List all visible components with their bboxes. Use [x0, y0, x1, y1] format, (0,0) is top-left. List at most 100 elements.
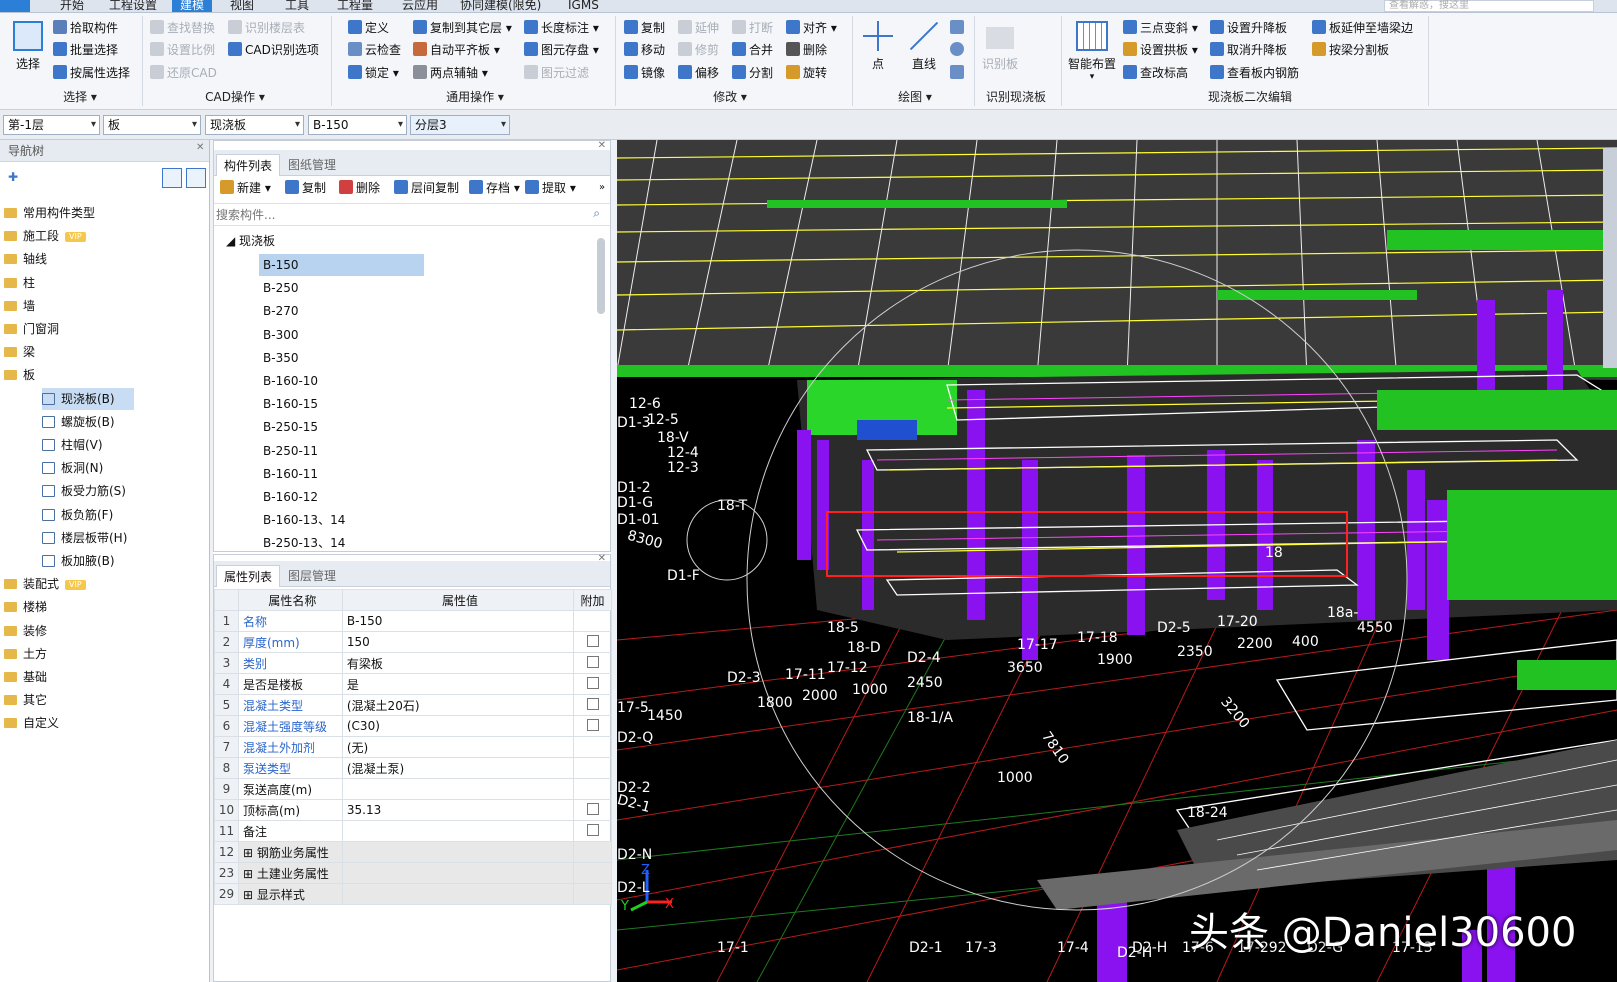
property-row[interactable]: 2 厚度(mm) 150 — [214, 631, 612, 653]
save-element-button[interactable]: 图元存盘 ▾ — [524, 40, 599, 60]
property-value[interactable]: (混凝土泵) — [341, 757, 575, 779]
property-value[interactable]: 150 — [341, 631, 575, 653]
circle-tool-button[interactable] — [950, 40, 964, 60]
property-value[interactable] — [341, 841, 575, 863]
attach-cell[interactable] — [573, 778, 612, 800]
attach-cell[interactable] — [573, 862, 612, 884]
attach-cell[interactable] — [573, 883, 612, 905]
copy-to-other-floor-button[interactable]: 复制到其它层 ▾ — [413, 18, 512, 38]
copy-component-button[interactable]: 复制 — [285, 176, 326, 200]
select-group-label[interactable]: 选择 ▾ — [40, 88, 120, 106]
scrollbar[interactable] — [597, 238, 605, 314]
nav-board-item-2[interactable]: 柱帽(V) — [42, 434, 103, 456]
nav-folder-1[interactable]: 施工段 VIP — [4, 225, 86, 247]
extract-button[interactable]: 提取 ▾ — [525, 176, 576, 200]
cloud-check-button[interactable]: 云检查 — [348, 40, 401, 60]
view-side-toolbar[interactable] — [1603, 148, 1617, 368]
attach-cell[interactable] — [573, 673, 612, 695]
property-row[interactable]: 12 ⊞ 钢筋业务属性 — [214, 841, 612, 863]
component-item[interactable]: B-250-11 — [259, 440, 424, 462]
property-row[interactable]: 3 类别 有梁板 — [214, 652, 612, 674]
tab-collab[interactable]: 协同建模(限免) — [452, 0, 549, 12]
component-item[interactable]: B-250-13、14 — [259, 532, 424, 554]
nav-folder-6[interactable]: 梁 — [4, 341, 35, 363]
tab-modeling[interactable]: 建模 — [172, 0, 213, 12]
property-row[interactable]: 5 混凝土类型 (混凝土20石) — [214, 694, 612, 716]
expand-icon[interactable]: ⊞ — [243, 867, 257, 881]
attach-cell[interactable] — [573, 631, 612, 653]
nav-board-item-0[interactable]: 现浇板(B) — [42, 387, 134, 410]
property-value[interactable]: B-150 — [341, 610, 575, 632]
attach-checkbox[interactable] — [586, 718, 599, 731]
nav-board-item-1[interactable]: 螺旋板(B) — [42, 411, 115, 433]
archive-button[interactable]: 存档 ▾ — [469, 176, 520, 200]
restore-cad-button[interactable]: 还原CAD — [150, 63, 217, 83]
expand-icon[interactable]: ⊞ — [243, 888, 257, 902]
property-row[interactable]: 6 混凝土强度等级 (C30) — [214, 715, 612, 737]
nav-folder-9[interactable]: 楼梯 — [4, 596, 47, 618]
component-search[interactable]: ⌕ — [214, 204, 610, 226]
property-value[interactable]: 有梁板 — [341, 652, 575, 674]
component-item[interactable]: B-150 — [259, 254, 424, 276]
grid-view-icon[interactable] — [186, 168, 206, 188]
trim-button[interactable]: 修剪 — [678, 40, 719, 60]
attach-checkbox[interactable] — [586, 634, 599, 647]
nav-folder-14[interactable]: 自定义 — [4, 712, 59, 734]
move-button[interactable]: 移动 — [624, 40, 665, 60]
component-item[interactable]: B-250 — [259, 277, 424, 299]
property-row[interactable]: 9 泵送高度(m) — [214, 778, 612, 800]
delete-component-button[interactable]: 删除 — [339, 176, 380, 200]
property-value[interactable] — [341, 778, 575, 800]
element-filter-button[interactable]: 图元过滤 — [524, 63, 589, 83]
arc-tool-button[interactable] — [950, 18, 964, 38]
nav-board-item-3[interactable]: 板洞(N) — [42, 457, 103, 479]
property-row[interactable]: 10 顶标高(m) 35.13 — [214, 799, 612, 821]
property-row[interactable]: 7 混凝土外加剂 (无) — [214, 736, 612, 758]
attach-checkbox[interactable] — [586, 802, 599, 815]
nav-folder-2[interactable]: 轴线 — [4, 248, 47, 270]
attach-cell[interactable] — [573, 757, 612, 779]
list-view-icon[interactable] — [162, 168, 182, 188]
attach-cell[interactable] — [573, 715, 612, 737]
extend-button[interactable]: 延伸 — [678, 18, 719, 38]
tab-property-list[interactable]: 属性列表 — [216, 565, 281, 587]
offset-button[interactable]: 偏移 — [678, 63, 719, 83]
copy-between-floors-button[interactable]: 层间复制 — [394, 176, 459, 200]
line-button[interactable]: 直线 — [904, 21, 944, 72]
tab-igms[interactable]: IGMS — [560, 0, 607, 12]
set-arch-slab-button[interactable]: 设置拱板 ▾ — [1123, 40, 1198, 60]
nav-board-item-6[interactable]: 楼层板带(H) — [42, 527, 127, 549]
split-button[interactable]: 分割 — [732, 63, 773, 83]
copy-button[interactable]: 复制 — [624, 18, 665, 38]
component-item[interactable]: B-160-11 — [259, 463, 424, 485]
batch-select-button[interactable]: 批量选择 — [53, 40, 118, 60]
nav-folder-7[interactable]: 板 — [4, 364, 35, 386]
mirror-button[interactable]: 镜像 — [624, 63, 665, 83]
tab-project-settings[interactable]: 工程设置 — [101, 0, 165, 12]
nav-folder-12[interactable]: 基础 — [4, 666, 47, 688]
attach-checkbox[interactable] — [586, 676, 599, 689]
check-elevation-button[interactable]: 查改标高 — [1123, 63, 1188, 83]
modify-group-label[interactable]: 修改 ▾ — [700, 88, 760, 106]
tab-view[interactable]: 视图 — [222, 0, 262, 12]
close-icon[interactable]: ✕ — [196, 142, 204, 153]
nav-folder-0[interactable]: 常用构件类型 — [4, 202, 95, 224]
component-item[interactable]: B-300 — [259, 324, 424, 346]
tab-quantity[interactable]: 工程量 — [329, 0, 381, 12]
property-value[interactable]: (无) — [341, 736, 575, 758]
expand-icon[interactable]: ⊞ — [243, 846, 257, 860]
set-raise-slab-button[interactable]: 设置升降板 — [1210, 18, 1287, 38]
property-value[interactable]: 是 — [341, 673, 575, 695]
attach-checkbox[interactable] — [586, 655, 599, 668]
tab-start[interactable]: 开始 — [52, 0, 92, 12]
attach-cell[interactable] — [573, 694, 612, 716]
component-item[interactable]: B-350 — [259, 347, 424, 369]
identify-slab-button[interactable]: 识别板 — [978, 23, 1022, 72]
view-slab-rebar-button[interactable]: 查看板内钢筋 — [1210, 63, 1299, 83]
tab-tools[interactable]: 工具 — [277, 0, 317, 12]
property-row[interactable]: 29 ⊞ 显示样式 — [214, 883, 612, 905]
nav-folder-10[interactable]: 装修 — [4, 620, 47, 642]
component-item[interactable]: B-270 — [259, 300, 424, 322]
property-row[interactable]: 8 泵送类型 (混凝土泵) — [214, 757, 612, 779]
define-button[interactable]: 定义 — [348, 18, 389, 38]
